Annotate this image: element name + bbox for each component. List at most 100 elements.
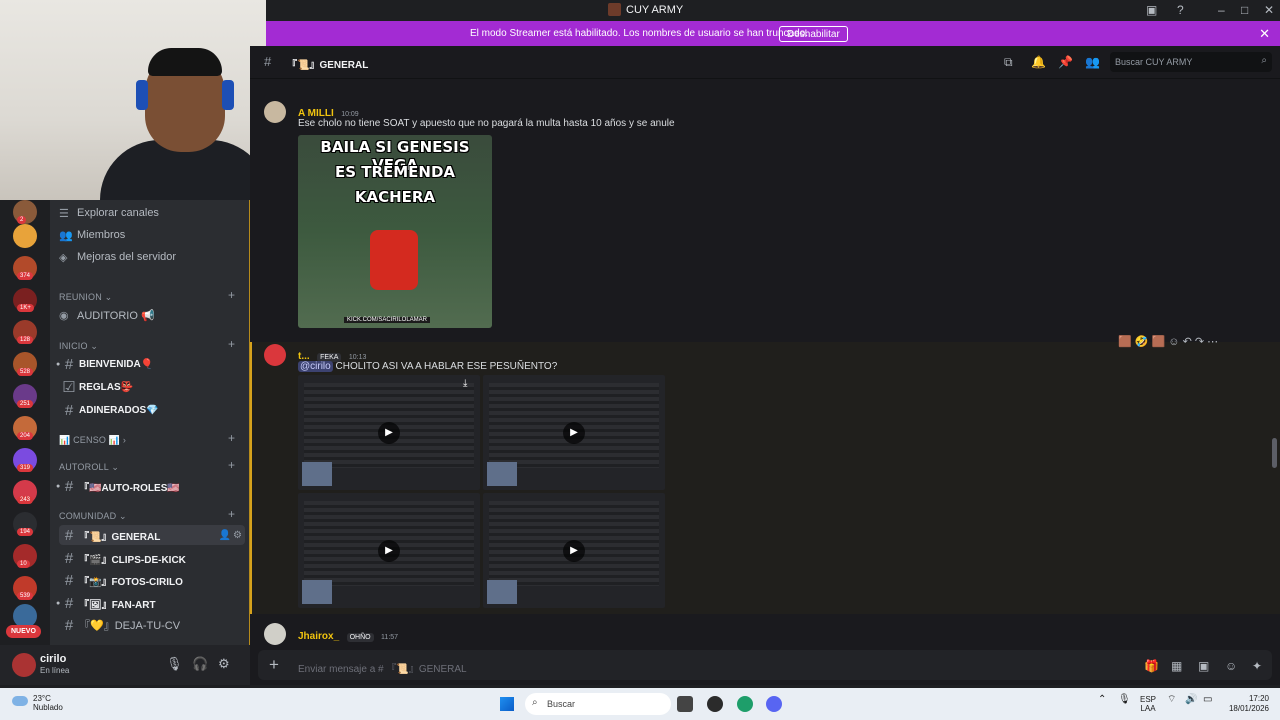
add-reaction-icon[interactable]: ☺ bbox=[1168, 336, 1179, 348]
channel-clips[interactable]: # 『🎬』CLIPS-DE-KICK bbox=[59, 548, 245, 568]
add-attachment-icon[interactable]: + bbox=[269, 655, 279, 675]
mention[interactable]: @cirilo bbox=[298, 361, 333, 372]
emoji-icon[interactable]: ☺ bbox=[1225, 659, 1237, 673]
server-item[interactable]: 194 bbox=[13, 512, 37, 536]
weather-widget[interactable]: 23°C Nublado bbox=[33, 694, 63, 712]
battery-icon[interactable]: ▭ bbox=[1203, 695, 1212, 705]
video-attachment[interactable]: ▶ bbox=[483, 375, 665, 490]
close-icon[interactable]: ✕ bbox=[1259, 26, 1270, 42]
add-channel-icon[interactable]: + bbox=[228, 507, 235, 521]
channel-adinerados[interactable]: # ADINERADOS💎 bbox=[59, 400, 245, 420]
server-item[interactable]: 251 bbox=[13, 384, 37, 408]
threads-icon[interactable]: ⧉ bbox=[1004, 55, 1013, 70]
sticker-icon[interactable]: ▣ bbox=[1198, 659, 1209, 673]
video-attachment[interactable]: ▶ bbox=[298, 375, 480, 490]
explore-channels-item[interactable]: ☰ Explorar canales bbox=[59, 203, 245, 223]
clock[interactable]: 17:20 18/01/2026 bbox=[1225, 694, 1269, 714]
avatar[interactable] bbox=[264, 623, 286, 645]
microphone-icon[interactable]: 🎙 bbox=[166, 656, 183, 672]
disable-streamer-button[interactable]: Deshabilitar bbox=[779, 26, 848, 42]
server-item[interactable] bbox=[13, 224, 37, 248]
microphone-icon[interactable]: 🎙 bbox=[1118, 695, 1131, 705]
more-icon[interactable]: ⋯ bbox=[1207, 336, 1218, 348]
file-explorer-icon[interactable] bbox=[677, 696, 693, 712]
message-input[interactable]: + Enviar mensaje a # 『📜』GENERAL 🎁 ▦ ▣ ☺ … bbox=[258, 650, 1272, 680]
invite-icon[interactable]: 👤 bbox=[219, 530, 231, 541]
taskbar-search[interactable]: ⌕ Buscar bbox=[525, 693, 671, 715]
category-autoroll[interactable]: AUTOROLL ⌄ bbox=[59, 462, 119, 473]
server-item[interactable]: 374 bbox=[13, 256, 37, 280]
reply-icon[interactable]: ↶ bbox=[1183, 336, 1192, 348]
channel-bienvenida[interactable]: ● # BIENVENIDA🎈 bbox=[56, 354, 245, 374]
apps-icon[interactable]: ✦ bbox=[1252, 659, 1262, 673]
inbox-icon[interactable]: ▣ bbox=[1146, 3, 1157, 17]
video-attachment[interactable]: ▶ bbox=[483, 493, 665, 608]
channel-auditorio[interactable]: ◉ AUDITORIO 📢 bbox=[59, 305, 245, 325]
username: cirilo bbox=[40, 653, 67, 665]
reaction-icon[interactable]: 🟫 bbox=[1118, 336, 1132, 348]
language-indicator[interactable]: ESP LAA bbox=[1140, 695, 1156, 713]
category-comunidad[interactable]: COMUNIDAD ⌄ bbox=[59, 511, 127, 522]
message-text: CHOLITO ASI VA A HABLAR ESE PESUÑENTO? bbox=[335, 361, 558, 372]
server-item[interactable]: 539 bbox=[13, 576, 37, 600]
members-list-icon[interactable]: 👥 bbox=[1085, 55, 1100, 69]
volume-icon[interactable]: 🔊 bbox=[1185, 695, 1197, 705]
close-window-button[interactable]: ✕ bbox=[1264, 3, 1274, 17]
play-icon[interactable]: ▶ bbox=[563, 422, 585, 444]
bell-icon[interactable]: 🔔 bbox=[1031, 55, 1046, 69]
server-item[interactable]: 243 bbox=[13, 480, 37, 504]
server-item[interactable]: 204 bbox=[13, 416, 37, 440]
channel-fanart[interactable]: ● # 『🖼』FAN-ART bbox=[56, 593, 245, 613]
channel-reglas[interactable]: ☑ REGLAS👺 bbox=[59, 377, 245, 397]
add-channel-icon[interactable]: + bbox=[228, 458, 235, 472]
help-icon[interactable]: ? bbox=[1177, 3, 1184, 17]
message-author[interactable]: Jhairox_ bbox=[298, 631, 339, 642]
gift-icon[interactable]: 🎁 bbox=[1144, 659, 1159, 673]
gif-icon[interactable]: ▦ bbox=[1171, 659, 1182, 673]
settings-icon[interactable]: ⚙ bbox=[218, 656, 230, 672]
pin-icon[interactable]: 📌 bbox=[1058, 55, 1073, 69]
server-boost-item[interactable]: ◈ Mejoras del servidor bbox=[59, 247, 245, 267]
minimize-button[interactable]: – bbox=[1218, 3, 1225, 17]
category-inicio[interactable]: INICIO ⌄ bbox=[59, 341, 98, 352]
video-attachment[interactable]: ▶ bbox=[298, 493, 480, 608]
discord-icon[interactable] bbox=[766, 696, 782, 712]
server-item[interactable]: 319 bbox=[13, 448, 37, 472]
server-item[interactable]: 1K+ bbox=[13, 288, 37, 312]
server-item[interactable]: 128 bbox=[13, 320, 37, 344]
channel-autoroles[interactable]: ● # 『🇺🇸AUTO-ROLES🇺🇸 bbox=[56, 476, 245, 496]
channel-fotos[interactable]: # 『📸』FOTOS-CIRILO bbox=[59, 570, 245, 590]
play-icon[interactable]: ▶ bbox=[378, 540, 400, 562]
members-item[interactable]: 👥 Miembros bbox=[59, 225, 245, 245]
server-item[interactable]: 528 bbox=[13, 352, 37, 376]
meme-image[interactable]: BAILA SI GENESIS VEGA ES TREMENDA KACHER… bbox=[298, 135, 492, 328]
search-input[interactable]: Buscar CUY ARMY ⌕ bbox=[1110, 52, 1272, 72]
reaction-icon[interactable]: 🟫 bbox=[1152, 336, 1166, 348]
gear-icon[interactable]: ⚙ bbox=[233, 530, 242, 541]
category-reunion[interactable]: REUNION ⌄ bbox=[59, 292, 112, 303]
obs-icon[interactable] bbox=[707, 696, 723, 712]
wifi-icon[interactable]: ⌔ bbox=[1167, 695, 1176, 705]
add-channel-icon[interactable]: + bbox=[228, 337, 235, 351]
headphones-icon[interactable]: 🎧 bbox=[192, 656, 208, 672]
maximize-button[interactable]: □ bbox=[1241, 3, 1248, 17]
server-item[interactable]: 10 bbox=[13, 544, 37, 568]
forward-icon[interactable]: ↷ bbox=[1195, 336, 1204, 348]
avatar[interactable] bbox=[264, 101, 286, 123]
category-censo[interactable]: 📊 CENSO 📊 › bbox=[59, 435, 126, 446]
windows-start-icon[interactable] bbox=[500, 697, 514, 711]
server-item[interactable]: 2 bbox=[13, 200, 37, 224]
channel-dejatucv[interactable]: # 『💛』DEJA-TU-CV bbox=[59, 615, 245, 635]
chevron-up-icon[interactable]: ⌃ bbox=[1098, 695, 1106, 705]
add-channel-icon[interactable]: + bbox=[228, 288, 235, 302]
play-icon[interactable]: ▶ bbox=[563, 540, 585, 562]
avatar[interactable] bbox=[12, 653, 36, 677]
channel-general[interactable]: # 『📜』GENERAL 👤 ⚙ bbox=[59, 525, 245, 545]
download-icon[interactable]: ⤓ bbox=[463, 378, 467, 389]
scrollbar[interactable] bbox=[1272, 438, 1277, 468]
avatar[interactable] bbox=[264, 344, 286, 366]
reaction-icon[interactable]: 🤣 bbox=[1135, 336, 1149, 348]
add-channel-icon[interactable]: + bbox=[228, 431, 235, 445]
play-icon[interactable]: ▶ bbox=[378, 422, 400, 444]
edge-icon[interactable] bbox=[737, 696, 753, 712]
